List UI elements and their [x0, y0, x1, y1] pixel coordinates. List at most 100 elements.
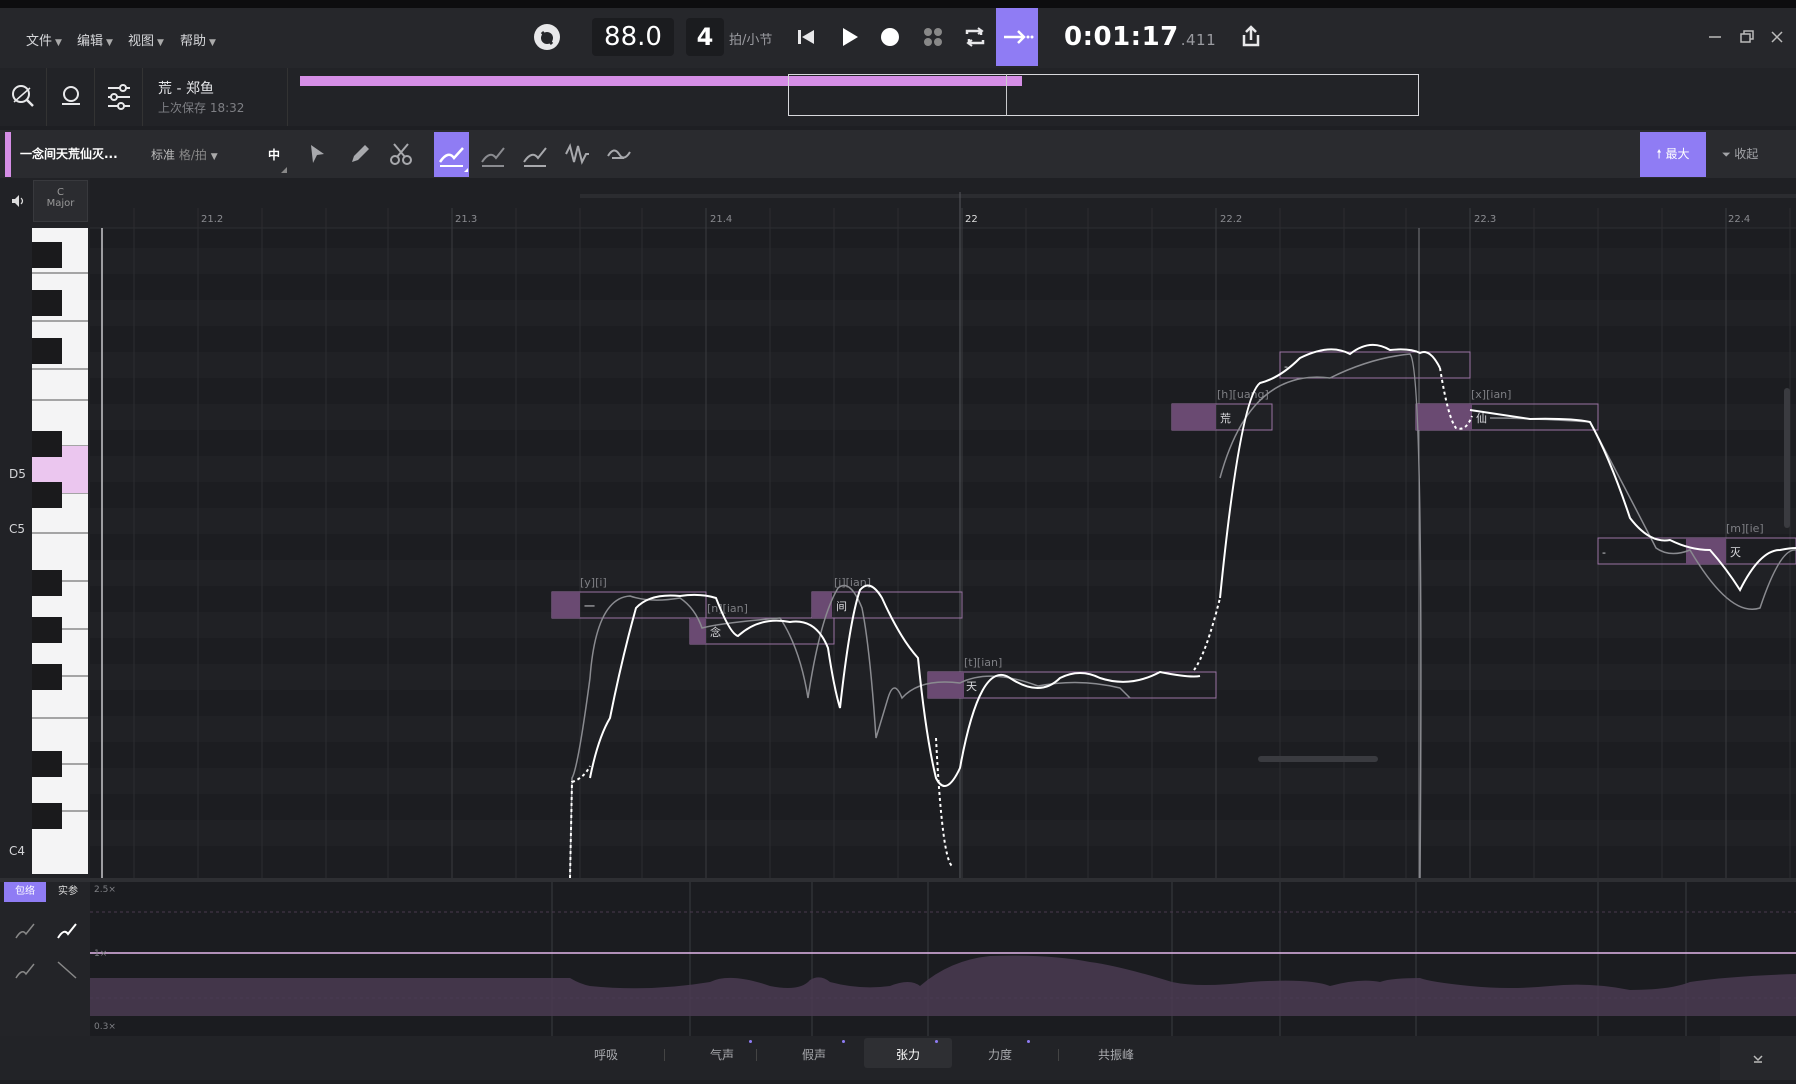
menu-help[interactable]: 帮助 ▼	[180, 30, 216, 49]
parameter-curve-area[interactable]: 2.5× 1× 0.3×	[90, 882, 1796, 1036]
pointer-icon	[311, 145, 324, 163]
project-title: 荒 - 郑鱼	[158, 81, 214, 97]
maximize-button[interactable]: 🠕 最大	[1640, 132, 1706, 177]
key-signature-box[interactable]: C Major	[33, 180, 88, 222]
lyric-label: 间	[836, 600, 847, 613]
phoneme-label: [x][ian]	[1471, 388, 1511, 401]
pitch-smooth-tool[interactable]	[518, 132, 552, 176]
loop-icon[interactable]	[960, 22, 990, 52]
tab-dot	[842, 1040, 845, 1043]
key-root: C	[57, 187, 64, 198]
phoneme-label: [y][i]	[580, 576, 607, 589]
tab-tension[interactable]: 张力	[896, 1046, 920, 1063]
restore-icon[interactable]	[1732, 22, 1762, 52]
menu-edit[interactable]: 编辑 ▼	[77, 30, 113, 49]
last-saved-label: 上次保存 18:32	[158, 101, 245, 115]
ruler-label: 22.2	[1220, 214, 1242, 225]
search-tools-button[interactable]	[0, 68, 47, 126]
time-display: 0:01:17.411	[1064, 22, 1217, 52]
tab-dot	[1027, 1040, 1030, 1043]
tab-separator	[664, 1049, 665, 1061]
pitch-erase-tool[interactable]	[476, 132, 510, 176]
beats-per-bar[interactable]: 4	[686, 18, 724, 56]
piano-label-c4: C4	[9, 844, 26, 858]
ruler-label: 22.3	[1474, 214, 1496, 225]
param-pen-icon[interactable]	[12, 918, 40, 946]
piano-keys[interactable]	[32, 228, 90, 874]
param-draw-icon[interactable]	[54, 918, 82, 946]
scissors-icon	[390, 143, 412, 165]
tab-dot	[935, 1040, 938, 1043]
tab-airy[interactable]: 气声	[710, 1046, 734, 1063]
pencil-tool[interactable]	[342, 132, 376, 176]
ruler-label: 21.2	[201, 214, 223, 225]
ruler-label: 21.3	[455, 214, 477, 225]
transition-tool[interactable]	[602, 132, 636, 176]
track-name[interactable]: 一念间天荒仙灭...	[20, 145, 118, 162]
voice-icon	[62, 86, 80, 105]
tab-real[interactable]: 实参	[48, 882, 88, 902]
cut-tool[interactable]	[384, 132, 418, 176]
tempo-display[interactable]: 88.0	[592, 18, 674, 56]
tab-dot	[749, 1040, 752, 1043]
scale-mid-label: 1×	[94, 949, 107, 959]
metronome-icon[interactable]	[532, 22, 562, 52]
dots-grid-icon[interactable]	[918, 22, 948, 52]
piano-label-d5: D5	[9, 467, 26, 481]
speaker-icon[interactable]	[10, 193, 26, 213]
lyric-label: 荒	[1220, 412, 1231, 425]
tab-envelope[interactable]: 包络	[4, 882, 46, 902]
vibrato-tool[interactable]	[560, 132, 594, 176]
select-tool[interactable]	[300, 132, 334, 176]
export-icon[interactable]	[1236, 22, 1266, 52]
pitch-smooth-icon	[523, 147, 547, 167]
pitch-draw-tool[interactable]	[434, 132, 469, 177]
voice-button[interactable]	[48, 68, 95, 126]
divider	[287, 68, 288, 126]
lyric-label: 念	[710, 625, 721, 639]
tab-formant[interactable]: 共振峰	[1098, 1046, 1134, 1063]
size-corner-icon	[281, 167, 287, 173]
phoneme-label: [m][ie]	[1726, 522, 1764, 535]
viewport-window[interactable]	[788, 74, 1419, 116]
piano-label-c5: C5	[9, 522, 26, 536]
tab-separator	[1058, 1049, 1059, 1061]
ruler-label: 22.4	[1728, 214, 1750, 225]
lyric-label: 天	[966, 680, 977, 693]
param-line-icon[interactable]	[54, 958, 82, 986]
vibrato-icon	[565, 143, 589, 165]
horizontal-scrollbar[interactable]	[1258, 756, 1378, 762]
transition-icon	[607, 149, 631, 159]
collapse-panel-button[interactable]	[1720, 1036, 1796, 1080]
minimize-icon[interactable]	[1700, 22, 1730, 52]
phoneme-label: [t][ian]	[964, 656, 1002, 669]
track-color-strip	[5, 132, 11, 177]
overview-playhead	[1006, 74, 1007, 116]
mixer-button[interactable]	[96, 68, 143, 126]
tab-falsetto[interactable]: 假声	[802, 1046, 826, 1063]
tab-breath[interactable]: 呼吸	[594, 1046, 618, 1063]
piano-roll-grid[interactable]: 21.2 21.3 21.4 22 22.2 22.3 22.4 [y][i] …	[90, 178, 1796, 878]
play-icon[interactable]	[834, 22, 864, 52]
tab-separator	[756, 1049, 757, 1061]
param-erase-icon[interactable]	[12, 958, 40, 986]
scale-bottom-label: 0.3×	[94, 1022, 116, 1032]
key-scale: Major	[46, 198, 75, 209]
scale-top-label: 2.5×	[94, 885, 116, 895]
record-icon[interactable]	[875, 22, 905, 52]
skip-to-start-icon[interactable]	[792, 22, 822, 52]
beats-unit-label: 拍/小节	[729, 33, 773, 48]
menu-file[interactable]: 文件 ▼	[26, 30, 62, 49]
close-icon[interactable]	[1762, 22, 1792, 52]
lyric-label: 灭	[1730, 546, 1741, 559]
tab-force[interactable]: 力度	[988, 1046, 1012, 1063]
lyric-label: 一	[584, 600, 595, 613]
snap-mode-select[interactable]: 标准 格/拍 ▼	[151, 146, 218, 163]
lyric-label: -	[1602, 546, 1606, 559]
follow-playhead-button[interactable]	[996, 8, 1038, 66]
pitch-curve-icon	[438, 147, 468, 172]
vertical-scrollbar[interactable]	[1784, 388, 1790, 528]
collapse-button[interactable]: ⏷ 收起	[1722, 145, 1758, 162]
menu-view[interactable]: 视图 ▼	[128, 30, 164, 49]
row-size-select[interactable]: 中	[268, 146, 280, 163]
